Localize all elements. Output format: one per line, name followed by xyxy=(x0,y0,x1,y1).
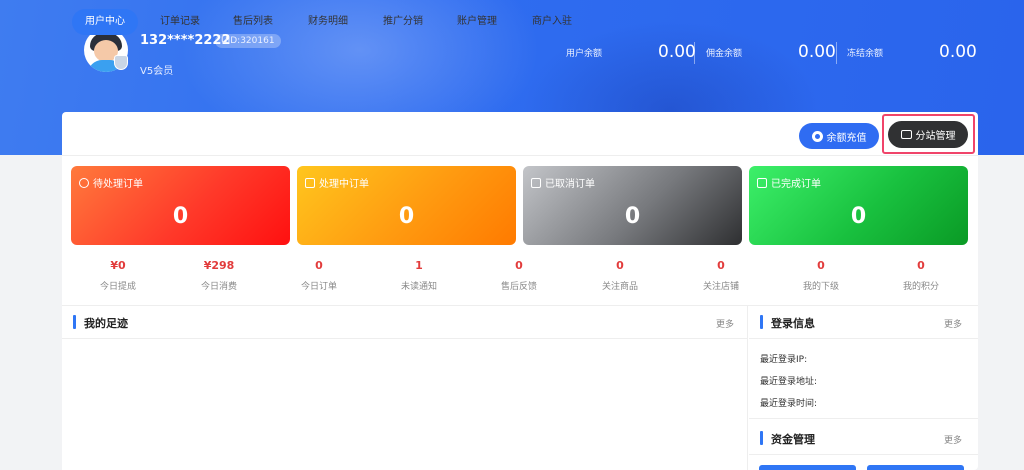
funds-action-button[interactable] xyxy=(759,465,856,470)
divider xyxy=(749,418,978,419)
tab-order-records[interactable]: 订单记录 xyxy=(160,9,200,35)
tab-promotion[interactable]: 推广分销 xyxy=(383,9,423,35)
divider xyxy=(749,338,978,339)
footprint-title: 我的足迹 xyxy=(84,317,128,330)
coin-icon xyxy=(811,130,823,142)
card-processing-orders[interactable]: 处理中订单 0 xyxy=(297,166,516,245)
stat-followed-products[interactable]: 0 关注商品 xyxy=(570,259,670,292)
recharge-button[interactable]: 余额充值 xyxy=(799,123,879,149)
stat-today-commission[interactable]: ¥0 今日提成 xyxy=(68,259,168,292)
tab-finance-details[interactable]: 财务明细 xyxy=(308,9,348,35)
login-more-link[interactable]: 更多 xyxy=(944,317,962,330)
commission-balance: 佣金余额 0.00 xyxy=(706,42,836,62)
divider xyxy=(694,42,695,64)
checklist-icon xyxy=(757,177,767,188)
tab-account[interactable]: 账户管理 xyxy=(457,9,497,35)
last-login-ip: 最近登录IP: xyxy=(760,355,808,365)
section-marker xyxy=(760,315,763,329)
user-balance: 用户余额 0.00 xyxy=(566,42,696,62)
card-completed-orders[interactable]: 已完成订单 0 xyxy=(749,166,968,245)
stat-today-spending[interactable]: ¥298 今日消费 xyxy=(169,259,269,292)
section-marker xyxy=(760,431,763,445)
stat-unread-notices[interactable]: 1 未读通知 xyxy=(369,259,469,292)
funds-action-button[interactable] xyxy=(867,465,964,470)
card-cancelled-orders[interactable]: 已取消订单 0 xyxy=(523,166,742,245)
monitor-icon xyxy=(900,130,912,139)
tab-after-sales[interactable]: 售后列表 xyxy=(233,9,273,35)
divider xyxy=(749,454,978,455)
substation-button[interactable]: 分站管理 xyxy=(888,121,968,148)
last-login-time: 最近登录时间: xyxy=(760,399,818,409)
stat-my-subordinates[interactable]: 0 我的下级 xyxy=(771,259,871,292)
funds-more-link[interactable]: 更多 xyxy=(944,433,962,446)
stat-after-sales-feedback[interactable]: 0 售后反馈 xyxy=(469,259,569,292)
section-marker xyxy=(73,315,76,329)
divider xyxy=(836,42,837,64)
uid-badge: UID:320161 xyxy=(215,34,281,48)
document-icon xyxy=(305,177,315,188)
shield-icon xyxy=(114,55,128,70)
login-info-title: 登录信息 xyxy=(771,317,815,330)
clock-icon xyxy=(79,177,89,188)
stat-followed-shops[interactable]: 0 关注店铺 xyxy=(671,259,771,292)
tab-merchant-join[interactable]: 商户入驻 xyxy=(532,9,572,35)
tab-user-center[interactable]: 用户中心 xyxy=(72,9,138,35)
card-pending-orders[interactable]: 待处理订单 0 xyxy=(71,166,290,245)
footprint-more-link[interactable]: 更多 xyxy=(716,317,734,330)
footprint-section xyxy=(62,306,748,470)
divider xyxy=(62,338,748,339)
receipt-icon xyxy=(531,177,541,188)
stat-today-orders[interactable]: 0 今日订单 xyxy=(269,259,369,292)
last-login-address: 最近登录地址: xyxy=(760,377,818,387)
funds-title: 资金管理 xyxy=(771,433,815,446)
stat-my-points[interactable]: 0 我的积分 xyxy=(871,259,971,292)
frozen-balance: 冻结余额 0.00 xyxy=(847,42,977,62)
member-level: V5会员 xyxy=(140,66,174,77)
